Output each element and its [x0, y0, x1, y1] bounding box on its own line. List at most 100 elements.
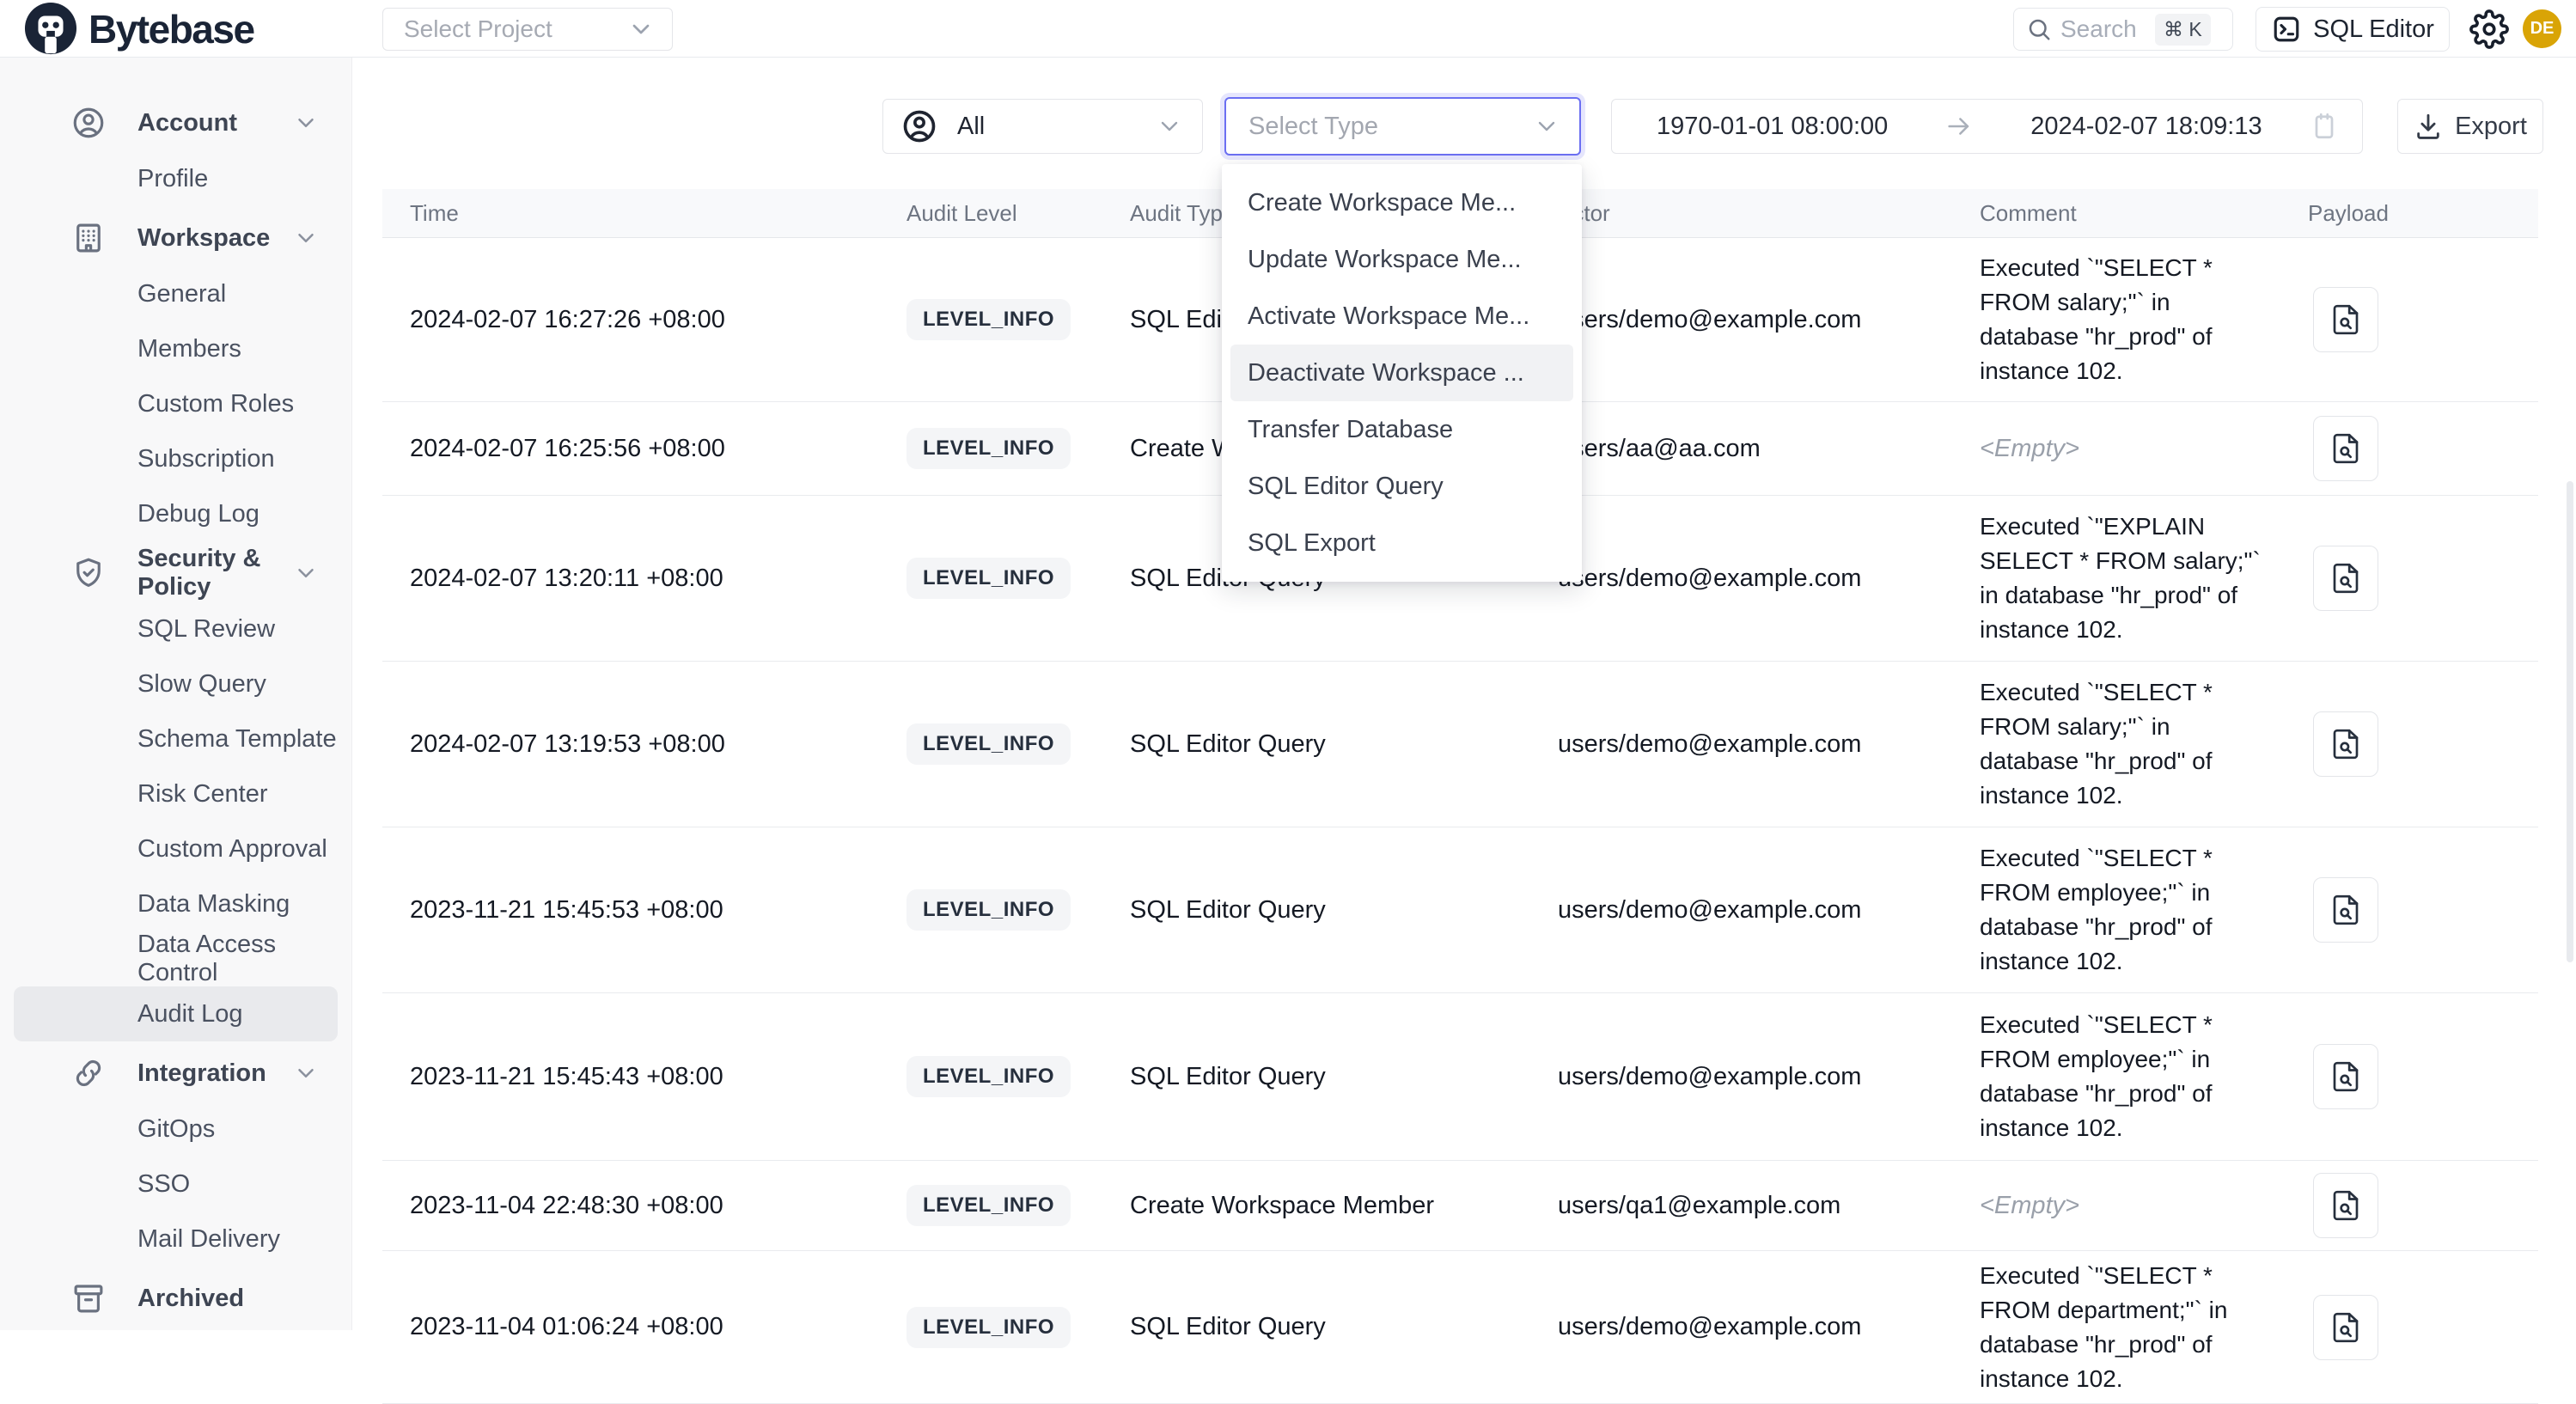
file-search-icon	[2329, 431, 2363, 466]
file-search-icon	[2329, 893, 2363, 927]
scrollbar-thumb[interactable]	[2567, 481, 2573, 962]
column-header-payload: Payload	[2280, 200, 2538, 227]
sidebar-section-workspace[interactable]: Workspace	[14, 210, 338, 266]
row-audit-type: SQL Editor Query	[1102, 730, 1530, 759]
arrow-right-icon	[1944, 112, 1974, 141]
file-search-icon	[2329, 1188, 2363, 1223]
payload-view-button[interactable]	[2313, 287, 2378, 352]
chevron-down-icon	[1156, 113, 1183, 140]
sidebar-item-gitops[interactable]: GitOps	[14, 1102, 338, 1157]
sidebar-section-label: Integration	[137, 1059, 293, 1088]
sidebar-item-mail-delivery[interactable]: Mail Delivery	[14, 1212, 338, 1267]
payload-view-button[interactable]	[2313, 416, 2378, 481]
file-search-icon	[2329, 1059, 2363, 1094]
dropdown-item-deactivate-workspace-member[interactable]: Deactivate Workspace ...	[1230, 345, 1573, 401]
row-actor: users/demo@example.com	[1530, 730, 1952, 759]
dropdown-item-activate-workspace-member[interactable]: Activate Workspace Me...	[1222, 288, 1582, 345]
sidebar-item-debug-log[interactable]: Debug Log	[14, 486, 338, 541]
sidebar-item-sso[interactable]: SSO	[14, 1157, 338, 1212]
row-time: 2024-02-07 13:20:11 +08:00	[382, 565, 879, 593]
date-from: 1970-01-01 08:00:00	[1657, 113, 1888, 141]
search-box[interactable]: ⌘ K	[2013, 8, 2233, 51]
column-header-comment: Comment	[1952, 200, 2280, 227]
sidebar-item-slow-query[interactable]: Slow Query	[14, 656, 338, 711]
sidebar-section-security-policy[interactable]: Security & Policy	[14, 545, 338, 601]
sql-editor-label: SQL Editor	[2313, 15, 2434, 44]
avatar[interactable]: DE	[2523, 9, 2561, 48]
sidebar-section-integration[interactable]: Integration	[14, 1045, 338, 1102]
sql-editor-button[interactable]: SQL Editor	[2256, 7, 2450, 52]
row-actor: users/demo@example.com	[1530, 565, 1952, 593]
terminal-icon	[2271, 14, 2302, 45]
table-row: 2024-02-07 13:19:53 +08:00 LEVEL_INFO SQ…	[382, 662, 2538, 827]
brand-name: Bytebase	[89, 6, 254, 52]
payload-view-button[interactable]	[2313, 877, 2378, 943]
dropdown-item-transfer-database[interactable]: Transfer Database	[1222, 401, 1582, 458]
row-comment: Executed `"SELECT * FROM department;"` i…	[1952, 1259, 2266, 1396]
sidebar-item-custom-approval[interactable]: Custom Approval	[14, 821, 338, 876]
payload-view-button[interactable]	[2313, 1295, 2378, 1360]
sidebar-item-general[interactable]: General	[14, 266, 338, 321]
sidebar-item-custom-roles[interactable]: Custom Roles	[14, 376, 338, 431]
export-button[interactable]: Export	[2397, 99, 2543, 154]
row-time: 2023-11-21 15:45:43 +08:00	[382, 1063, 879, 1091]
row-audit-type: SQL Editor Query	[1102, 896, 1530, 925]
dropdown-item-sql-export[interactable]: SQL Export	[1222, 515, 1582, 571]
file-search-icon	[2329, 727, 2363, 761]
download-icon	[2414, 112, 2443, 141]
file-search-icon	[2329, 561, 2363, 595]
chevron-down-icon	[293, 1060, 319, 1086]
actor-filter-select[interactable]: All	[882, 99, 1203, 154]
row-time: 2024-02-07 13:19:53 +08:00	[382, 730, 879, 759]
row-actor: users/qa1@example.com	[1530, 1192, 1952, 1220]
audit-level-badge: LEVEL_INFO	[906, 1307, 1071, 1348]
sidebar-item-schema-template[interactable]: Schema Template	[14, 711, 338, 766]
payload-view-button[interactable]	[2313, 1173, 2378, 1238]
sidebar-section-account[interactable]: Account	[14, 95, 338, 151]
sidebar-item-profile[interactable]: Profile	[14, 151, 338, 206]
date-range-picker[interactable]: 1970-01-01 08:00:00 2024-02-07 18:09:13	[1611, 99, 2363, 154]
sidebar-item-audit-log[interactable]: Audit Log	[14, 986, 338, 1041]
sidebar-item-risk-center[interactable]: Risk Center	[14, 766, 338, 821]
dropdown-item-update-workspace-member[interactable]: Update Workspace Me...	[1222, 231, 1582, 288]
audit-level-badge: LEVEL_INFO	[906, 889, 1071, 931]
gear-icon[interactable]	[2469, 9, 2509, 49]
row-time: 2024-02-07 16:27:26 +08:00	[382, 306, 879, 334]
sidebar-item-members[interactable]: Members	[14, 321, 338, 376]
date-to: 2024-02-07 18:09:13	[2030, 113, 2262, 141]
type-filter-select[interactable]: Select Type	[1224, 97, 1581, 156]
sidebar-item-data-masking[interactable]: Data Masking	[14, 876, 338, 931]
table-row: 2023-11-21 15:45:43 +08:00 LEVEL_INFO SQ…	[382, 993, 2538, 1161]
row-comment: Executed `"EXPLAIN SELECT * FROM salary;…	[1952, 510, 2266, 647]
row-comment: <Empty>	[1952, 1188, 2266, 1223]
audit-level-badge: LEVEL_INFO	[906, 1185, 1071, 1226]
row-audit-type: SQL Editor Query	[1102, 1313, 1530, 1341]
column-header-audit-level: Audit Level	[879, 200, 1102, 227]
file-search-icon	[2329, 1310, 2363, 1345]
project-select[interactable]: Select Project	[382, 8, 673, 51]
search-shortcut-badge: ⌘ K	[2155, 14, 2211, 46]
chevron-down-icon	[293, 110, 319, 136]
dropdown-item-create-workspace-member[interactable]: Create Workspace Me...	[1222, 174, 1582, 231]
search-input[interactable]	[2060, 15, 2155, 43]
row-comment: Executed `"SELECT * FROM salary;"` in da…	[1952, 675, 2266, 813]
type-dropdown-menu: Create Workspace Me... Update Workspace …	[1222, 164, 1582, 582]
sidebar-section-label: Archived	[137, 1285, 338, 1313]
sidebar-item-sql-review[interactable]: SQL Review	[14, 601, 338, 656]
row-comment: Executed `"SELECT * FROM employee;"` in …	[1952, 1008, 2266, 1145]
table-row: 2023-11-21 15:45:53 +08:00 LEVEL_INFO SQ…	[382, 827, 2538, 993]
payload-view-button[interactable]	[2313, 711, 2378, 777]
row-time: 2023-11-04 01:06:24 +08:00	[382, 1313, 879, 1341]
payload-view-button[interactable]	[2313, 1044, 2378, 1109]
sidebar-item-subscription[interactable]: Subscription	[14, 431, 338, 486]
chevron-down-icon	[1533, 113, 1560, 140]
sidebar-item-data-access-control[interactable]: Data Access Control	[14, 931, 338, 986]
payload-view-button[interactable]	[2313, 546, 2378, 611]
table-row: 2023-11-04 01:06:24 +08:00 LEVEL_INFO SQ…	[382, 1251, 2538, 1404]
file-search-icon	[2329, 302, 2363, 337]
project-select-value: Select Project	[404, 15, 627, 43]
chevron-down-icon	[293, 560, 319, 586]
dropdown-item-sql-editor-query[interactable]: SQL Editor Query	[1222, 458, 1582, 515]
row-comment: Executed `"SELECT * FROM salary;"` in da…	[1952, 251, 2266, 388]
sidebar-section-archived[interactable]: Archived	[14, 1270, 338, 1327]
